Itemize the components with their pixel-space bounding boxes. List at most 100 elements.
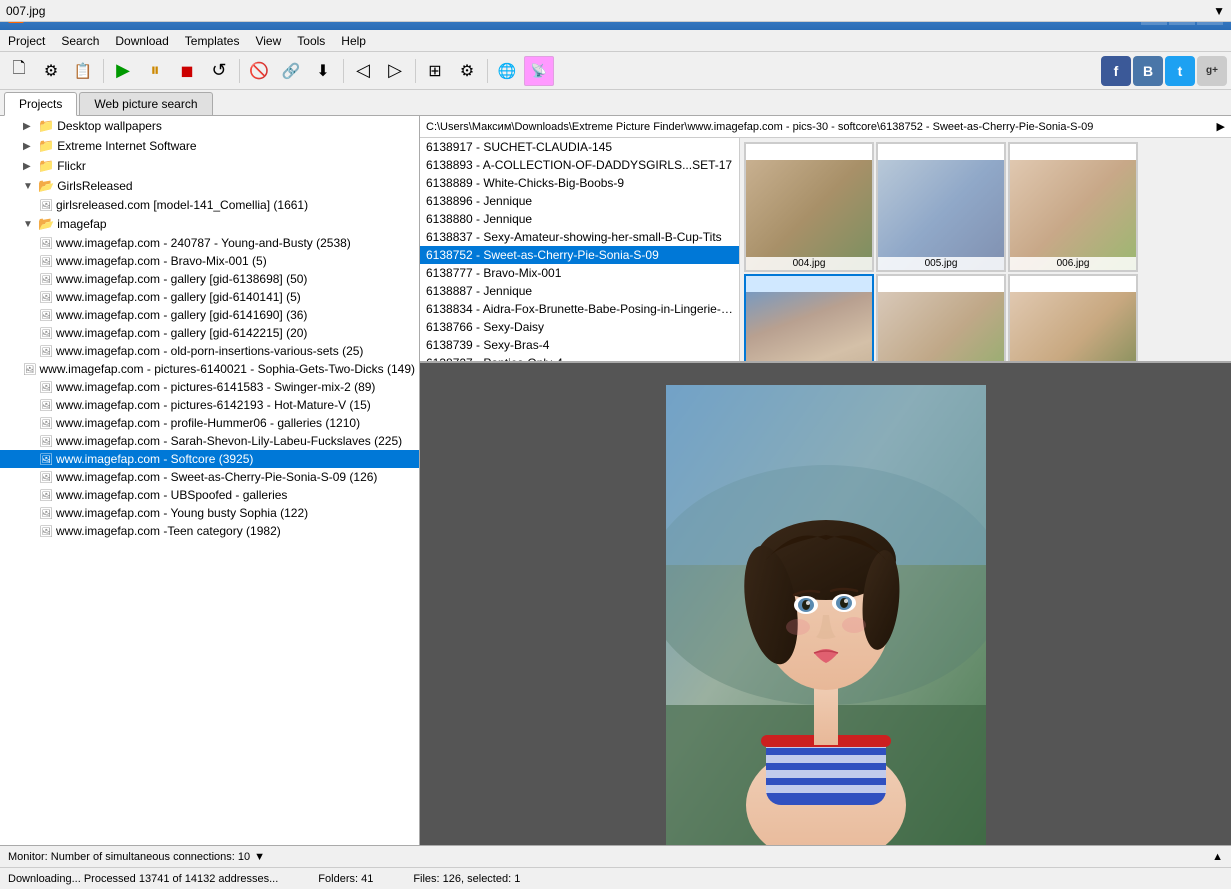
thumbnail-007[interactable]: 007.jpg — [744, 274, 874, 361]
settings-button[interactable]: ⚙ — [36, 56, 66, 86]
file-entry-f8[interactable]: 6138777 - Bravo-Mix-001 — [420, 264, 739, 282]
path-text: C:\Users\Максим\Downloads\Extreme Pictur… — [426, 121, 1093, 133]
block-button[interactable]: 🚫 — [244, 56, 274, 86]
file-entry-f10[interactable]: 6138834 - Aidra-Fox-Brunette-Babe-Posing… — [420, 300, 739, 318]
vk-button[interactable]: В — [1133, 56, 1163, 86]
rss-button[interactable]: 📡 — [524, 56, 554, 86]
tab-web-picture-search[interactable]: Web picture search — [79, 92, 212, 115]
refresh-button[interactable]: ↺ — [204, 56, 234, 86]
tree-item-extreme[interactable]: ▶ 📁 Extreme Internet Software — [0, 136, 419, 156]
tree-item-if2[interactable]: 🖼 www.imagefap.com - Bravo-Mix-001 (5) — [0, 252, 419, 270]
menu-project[interactable]: Project — [0, 30, 53, 52]
tree-item-if16[interactable]: 🖼 www.imagefap.com - Young busty Sophia … — [0, 504, 419, 522]
tree-item-if15[interactable]: 🖼 www.imagefap.com - UBSpoofed - galleri… — [0, 486, 419, 504]
thumb-label-006: 006.jpg — [1010, 257, 1136, 270]
monitor-up-arrow[interactable]: ▲ — [1212, 851, 1223, 863]
files-count: Files: 126, selected: 1 — [413, 873, 520, 885]
pause-icon: ⏸ — [151, 60, 160, 81]
folder-icon: 📂 — [38, 178, 54, 194]
file-entry-f3[interactable]: 6138889 - White-Chicks-Big-Boobs-9 — [420, 174, 739, 192]
tree-item-if3[interactable]: 🖼 www.imagefap.com - gallery [gid-613869… — [0, 270, 419, 288]
tree-label: www.imagefap.com - Sweet-as-Cherry-Pie-S… — [56, 470, 377, 484]
file-entry-f1[interactable]: 6138917 - SUCHET-CLAUDIA-145 — [420, 138, 739, 156]
preview-label-bar: 007.jpg ▼ — [0, 0, 1231, 22]
file-entry-f4[interactable]: 6138896 - Jennique — [420, 192, 739, 210]
thumbnail-004[interactable]: 004.jpg — [744, 142, 874, 272]
prev-button[interactable]: ◁ — [348, 56, 378, 86]
twitter-button[interactable]: t — [1165, 56, 1195, 86]
clipboard-button[interactable]: 📋 — [68, 56, 98, 86]
pause-button[interactable]: ⏸ — [140, 56, 170, 86]
file-entry-f7[interactable]: 6138752 - Sweet-as-Cherry-Pie-Sonia-S-09 — [420, 246, 739, 264]
menu-view[interactable]: View — [247, 30, 289, 52]
file-icon: 🖼 — [39, 291, 53, 304]
tree-item-if8[interactable]: 🖼 www.imagefap.com - pictures-6140021 - … — [0, 360, 419, 378]
tree-item-if1[interactable]: 🖼 www.imagefap.com - 240787 - Young-and-… — [0, 234, 419, 252]
tree-label: www.imagefap.com - Young busty Sophia (1… — [56, 506, 308, 520]
separator-5 — [484, 56, 490, 86]
tree-item-if12[interactable]: 🖼 www.imagefap.com - Sarah-Shevon-Lily-L… — [0, 432, 419, 450]
tree-label: www.imagefap.com - gallery [gid-6141690]… — [56, 308, 307, 322]
file-icon: 🖼 — [39, 273, 53, 286]
tree-item-if9[interactable]: 🖼 www.imagefap.com - pictures-6141583 - … — [0, 378, 419, 396]
googleplus-button[interactable]: g+ — [1197, 56, 1227, 86]
tree-item-if6[interactable]: 🖼 www.imagefap.com - gallery [gid-614221… — [0, 324, 419, 342]
monitor-dropdown[interactable]: ▼ — [254, 851, 265, 863]
tree-label: www.imagefap.com - Bravo-Mix-001 (5) — [56, 254, 267, 268]
tree-item-imagefap[interactable]: ▼ 📂 imagefap — [0, 214, 419, 234]
file-entry-f2[interactable]: 6138893 - A-COLLECTION-OF-DADDYSGIRLS...… — [420, 156, 739, 174]
web-button[interactable]: 🌐 — [492, 56, 522, 86]
tree-item-if4[interactable]: 🖼 www.imagefap.com - gallery [gid-614014… — [0, 288, 419, 306]
tree-item-if10[interactable]: 🖼 www.imagefap.com - pictures-6142193 - … — [0, 396, 419, 414]
link-button[interactable]: 🔗 — [276, 56, 306, 86]
thumbnail-006[interactable]: 006.jpg — [1008, 142, 1138, 272]
tree-item-girlsreleased[interactable]: ▼ 📂 GirlsReleased — [0, 176, 419, 196]
file-icon: 🖼 — [39, 435, 53, 448]
tree-item-flickr[interactable]: ▶ 📁 Flickr — [0, 156, 419, 176]
tree-item-if7[interactable]: 🖼 www.imagefap.com - old-porn-insertions… — [0, 342, 419, 360]
file-entry-f12[interactable]: 6138739 - Sexy-Bras-4 — [420, 336, 739, 354]
tree-label: www.imagefap.com - gallery [gid-6140141]… — [56, 290, 301, 304]
tree-item-if17[interactable]: 🖼 www.imagefap.com -Teen category (1982) — [0, 522, 419, 540]
file-icon: 🖼 — [39, 381, 53, 394]
tree-label: www.imagefap.com - pictures-6140021 - So… — [40, 362, 415, 376]
thumbnail-008[interactable]: 008.jpg — [876, 274, 1006, 361]
play-icon: ▶ — [116, 60, 130, 81]
download-button[interactable]: ⬇ — [308, 56, 338, 86]
menu-templates[interactable]: Templates — [177, 30, 248, 52]
tree-item-desktop[interactable]: ▶ 📁 Desktop wallpapers — [0, 116, 419, 136]
grid-icon: ⊞ — [428, 61, 441, 81]
menu-search[interactable]: Search — [53, 30, 107, 52]
tab-projects[interactable]: Projects — [4, 92, 77, 116]
tree-item-if11[interactable]: 🖼 www.imagefap.com - profile-Hummer06 - … — [0, 414, 419, 432]
thumbnail-009[interactable]: 009.jpg — [1008, 274, 1138, 361]
next-button[interactable]: ▷ — [380, 56, 410, 86]
thumbnail-005[interactable]: 005.jpg — [876, 142, 1006, 272]
file-entry-f9[interactable]: 6138887 - Jennique — [420, 282, 739, 300]
thumb-label-005: 005.jpg — [878, 257, 1004, 270]
file-entry-f6[interactable]: 6138837 - Sexy-Amateur-showing-her-small… — [420, 228, 739, 246]
menu-download[interactable]: Download — [107, 30, 176, 52]
tree-item-if13[interactable]: 🖼 www.imagefap.com - Softcore (3925) — [0, 450, 419, 468]
tree-item-girlsreleased-sub[interactable]: 🖼 girlsreleased.com [model-141_Comellia]… — [0, 196, 419, 214]
folder-icon: 📁 — [38, 138, 54, 154]
file-entry-f13[interactable]: 6138727 - Panties-Only-4 — [420, 354, 739, 361]
tree-item-if5[interactable]: 🖼 www.imagefap.com - gallery [gid-614169… — [0, 306, 419, 324]
menu-help[interactable]: Help — [333, 30, 374, 52]
new-project-button[interactable]: 🗋 — [4, 56, 34, 86]
preview-dropdown-icon[interactable]: ▼ — [1213, 4, 1225, 18]
file-entry-f5[interactable]: 6138880 - Jennique — [420, 210, 739, 228]
menu-tools[interactable]: Tools — [289, 30, 333, 52]
path-scroll-right[interactable]: ▶ — [1217, 120, 1225, 133]
options-button[interactable]: ⚙ — [452, 56, 482, 86]
grid-button[interactable]: ⊞ — [420, 56, 450, 86]
options-icon: ⚙ — [460, 61, 474, 81]
play-button[interactable]: ▶ — [108, 56, 138, 86]
stop-button[interactable]: ◼ — [172, 56, 202, 86]
tree-item-if14[interactable]: 🖼 www.imagefap.com - Sweet-as-Cherry-Pie… — [0, 468, 419, 486]
facebook-button[interactable]: f — [1101, 56, 1131, 86]
file-entry-f11[interactable]: 6138766 - Sexy-Daisy — [420, 318, 739, 336]
tree-label: www.imagefap.com - old-porn-insertions-v… — [56, 344, 363, 358]
tree-label: www.imagefap.com - pictures-6141583 - Sw… — [56, 380, 375, 394]
tree-label: www.imagefap.com - gallery [gid-6138698]… — [56, 272, 307, 286]
